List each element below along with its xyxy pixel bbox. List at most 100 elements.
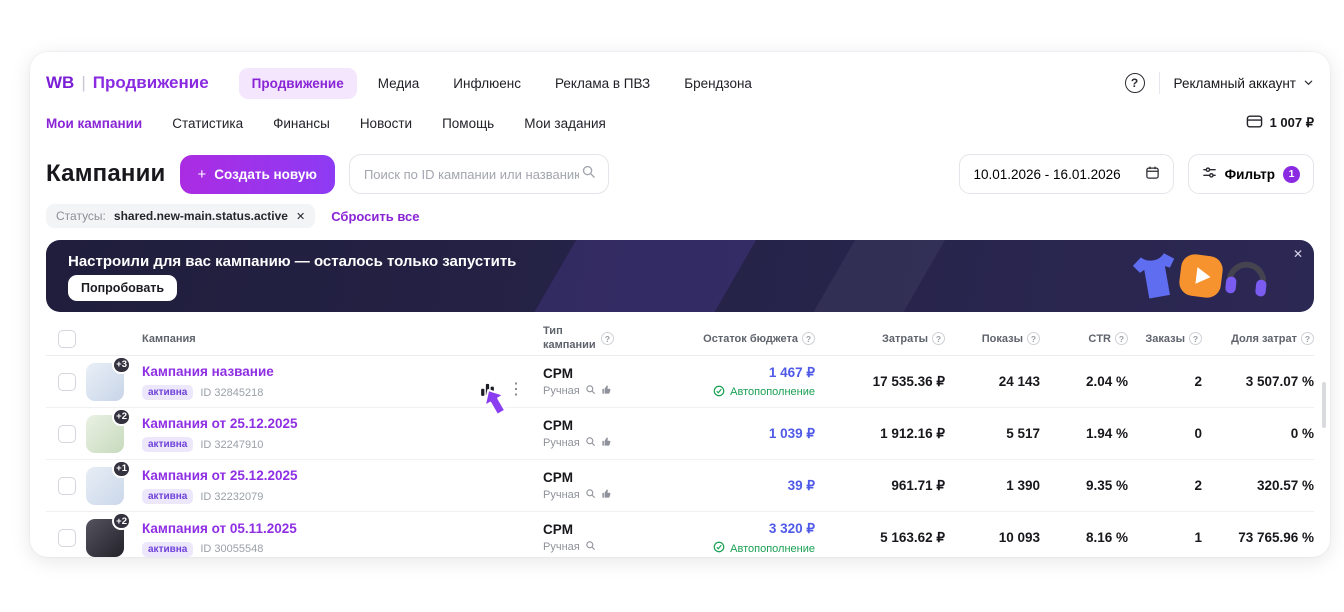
- like-placement-icon: [601, 436, 612, 450]
- campaign-thumbnail: +3: [86, 363, 124, 401]
- share-value: 73 765.96 %: [1238, 530, 1314, 545]
- select-all-checkbox[interactable]: [58, 330, 76, 348]
- statistics-bars-icon[interactable]: [479, 381, 496, 398]
- filter-button[interactable]: Фильтр 1: [1188, 154, 1314, 194]
- orders-value: 2: [1194, 478, 1202, 493]
- hint-icon[interactable]: ?: [802, 332, 815, 345]
- hint-icon[interactable]: ?: [601, 332, 614, 345]
- status-badge: активна: [142, 489, 193, 504]
- table-header: Кампания Тип кампании ? Остаток бюджета?…: [46, 322, 1314, 356]
- campaign-type: CPM: [543, 522, 665, 537]
- row-checkbox[interactable]: [58, 529, 76, 547]
- create-campaign-button[interactable]: + Создать новую: [180, 155, 335, 194]
- hint-icon[interactable]: ?: [1027, 332, 1040, 345]
- type-mode: Ручная: [543, 437, 580, 449]
- campaign-name-link[interactable]: Кампания название: [142, 364, 274, 379]
- create-campaign-label: Создать новую: [214, 167, 317, 182]
- autorefill-label: Автопополнение: [730, 543, 815, 555]
- row-checkbox[interactable]: [58, 425, 76, 443]
- hint-icon[interactable]: ?: [1301, 332, 1314, 345]
- vertical-scrollbar[interactable]: [1322, 382, 1326, 428]
- kebab-menu-icon[interactable]: ⋮: [508, 382, 524, 398]
- table-row: +3 Кампания название активна ID 32845218…: [46, 356, 1314, 408]
- subnav-news[interactable]: Новости: [360, 116, 412, 131]
- balance-chip[interactable]: 1 007 ₽: [1246, 114, 1314, 132]
- search-icon: [581, 164, 596, 184]
- campaign-name-link[interactable]: Кампания от 05.11.2025: [142, 521, 297, 536]
- hint-icon[interactable]: ?: [932, 332, 945, 345]
- tab-brandzone[interactable]: Брендзона: [671, 68, 765, 99]
- campaign-thumbnail: +1: [86, 467, 124, 505]
- chip-prefix: Статусы:: [56, 209, 106, 223]
- brand-logo: WB | Продвижение: [46, 73, 209, 93]
- header-ctr: CTR?: [1040, 332, 1128, 345]
- thumbnail-count-badge: +2: [112, 408, 131, 426]
- share-value: 320.57 %: [1257, 478, 1314, 493]
- banner-decor-stripe: [507, 240, 779, 312]
- subnav-my-tasks[interactable]: Мои задания: [524, 116, 606, 131]
- calendar-icon: [1145, 165, 1160, 183]
- chip-close-icon[interactable]: ✕: [296, 210, 305, 223]
- search-placement-icon: [585, 488, 596, 502]
- account-switcher[interactable]: Рекламный аккаунт: [1174, 76, 1314, 91]
- hint-icon[interactable]: ?: [1189, 332, 1202, 345]
- subnav-statistics[interactable]: Статистика: [172, 116, 243, 131]
- filter-count-badge: 1: [1283, 166, 1300, 183]
- chevron-down-icon: [1303, 76, 1314, 91]
- account-label: Рекламный аккаунт: [1174, 76, 1296, 91]
- tab-media[interactable]: Медиа: [365, 68, 433, 99]
- brand-wb: WB: [46, 73, 74, 93]
- search-input[interactable]: [362, 166, 581, 183]
- hint-icon[interactable]: ?: [1115, 332, 1128, 345]
- costs-value: 1 912.16 ₽: [880, 426, 945, 441]
- date-range-picker[interactable]: 10.01.2026 - 16.01.2026: [959, 154, 1173, 194]
- banner-try-button[interactable]: Попробовать: [68, 275, 177, 301]
- campaign-name-link[interactable]: Кампания от 25.12.2025: [142, 416, 297, 431]
- header-type: Тип кампании ?: [543, 325, 665, 351]
- check-circle-icon: [713, 385, 725, 400]
- subnav-finances[interactable]: Финансы: [273, 116, 330, 131]
- plus-icon: +: [198, 166, 207, 183]
- tab-pvz-ads[interactable]: Реклама в ПВЗ: [542, 68, 663, 99]
- row-checkbox[interactable]: [58, 373, 76, 391]
- ctr-value: 9.35 %: [1086, 478, 1128, 493]
- tab-promotion[interactable]: Продвижение: [239, 68, 357, 99]
- banner-decor-stripe: [786, 240, 968, 312]
- row-checkbox[interactable]: [58, 477, 76, 495]
- costs-value: 17 535.36 ₽: [873, 374, 945, 389]
- header-views: Показы?: [945, 332, 1040, 345]
- top-tabs: Продвижение Медиа Инфлюенс Реклама в ПВЗ…: [239, 68, 765, 99]
- sub-navigation: Мои кампании Статистика Финансы Новости …: [46, 104, 1314, 142]
- subnav-help[interactable]: Помощь: [442, 116, 494, 131]
- type-mode: Ручная: [543, 489, 580, 501]
- help-icon[interactable]: ?: [1125, 73, 1145, 93]
- header-costs: Затраты?: [815, 332, 945, 345]
- views-value: 5 517: [1006, 426, 1040, 441]
- table-row: +1 Кампания от 25.12.2025 активна ID 322…: [46, 460, 1314, 512]
- campaigns-table: Кампания Тип кампании ? Остаток бюджета?…: [46, 322, 1314, 557]
- budget-value: 39 ₽: [788, 478, 815, 493]
- campaign-id: ID 30055548: [200, 543, 263, 555]
- reset-all-link[interactable]: Сбросить все: [331, 209, 419, 224]
- share-value: 0 %: [1291, 426, 1314, 441]
- banner-close-icon[interactable]: ✕: [1293, 247, 1303, 261]
- campaign-id: ID 32232079: [200, 491, 263, 503]
- topnav-right: ? Рекламный аккаунт: [1125, 72, 1314, 94]
- campaign-name-link[interactable]: Кампания от 25.12.2025: [142, 468, 297, 483]
- costs-value: 961.71 ₽: [891, 478, 945, 493]
- campaign-thumbnail: +2: [86, 415, 124, 453]
- autorefill-label: Автопополнение: [730, 386, 815, 398]
- tab-influence[interactable]: Инфлюенс: [440, 68, 534, 99]
- orders-value: 0: [1194, 426, 1202, 441]
- campaign-type: CPM: [543, 418, 665, 433]
- subnav-my-campaigns[interactable]: Мои кампании: [46, 116, 142, 131]
- header-share: Доля затрат?: [1202, 332, 1314, 345]
- banner-title: Настроили для вас кампанию — осталось то…: [68, 253, 516, 270]
- brand-section: Продвижение: [93, 73, 209, 93]
- vertical-divider: [1159, 72, 1160, 94]
- views-value: 24 143: [999, 374, 1040, 389]
- thumbnail-count-badge: +3: [112, 356, 131, 374]
- brand-divider: |: [81, 73, 85, 93]
- campaign-id: ID 32845218: [200, 387, 263, 399]
- search-placement-icon: [585, 384, 596, 398]
